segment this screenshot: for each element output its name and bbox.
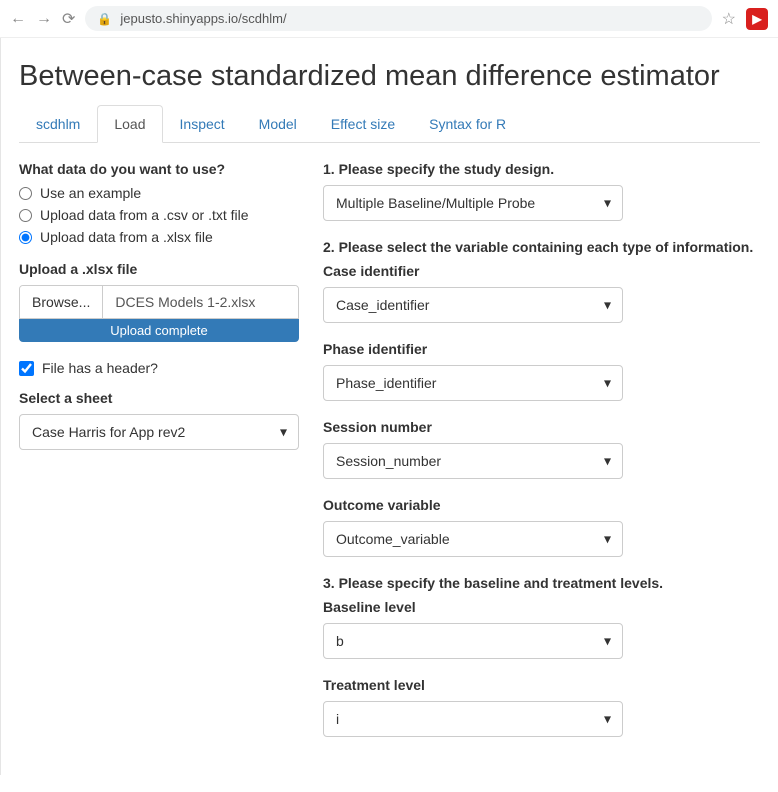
case-id-value: Case_identifier: [336, 297, 429, 313]
baseline-label: Baseline level: [323, 599, 760, 615]
upload-progress: Upload complete: [19, 319, 299, 342]
tab-model[interactable]: Model: [242, 105, 314, 142]
treatment-select[interactable]: i: [323, 701, 623, 737]
browser-toolbar: ← → ⟳ 🔒 jepusto.shinyapps.io/scdhlm/ ☆ ▶: [0, 0, 778, 38]
page-content: Between-case standardized mean differenc…: [0, 38, 778, 775]
tab-scdhlm[interactable]: scdhlm: [19, 105, 97, 142]
sheet-select[interactable]: Case Harris for App rev2: [19, 414, 299, 450]
file-name-display: DCES Models 1-2.xlsx: [103, 286, 298, 318]
url-bar[interactable]: 🔒 jepusto.shinyapps.io/scdhlm/: [85, 6, 711, 31]
header-checkbox-row[interactable]: File has a header?: [19, 360, 299, 376]
browse-button[interactable]: Browse...: [20, 286, 103, 318]
outcome-select[interactable]: Outcome_variable: [323, 521, 623, 557]
header-checkbox-label: File has a header?: [42, 360, 158, 376]
bookmark-star-icon[interactable]: ☆: [722, 9, 736, 29]
forward-icon[interactable]: →: [36, 10, 52, 28]
session-select[interactable]: Session_number: [323, 443, 623, 479]
q1-label: 1. Please specify the study design.: [323, 161, 760, 177]
right-column: 1. Please specify the study design. Mult…: [323, 161, 760, 755]
phase-id-label: Phase identifier: [323, 341, 760, 357]
page-title: Between-case standardized mean differenc…: [19, 60, 760, 93]
upload-xlsx-label: Upload a .xlsx file: [19, 261, 299, 277]
tab-syntax[interactable]: Syntax for R: [412, 105, 523, 142]
radio-upload-csv-input[interactable]: [19, 209, 32, 222]
phase-id-select[interactable]: Phase_identifier: [323, 365, 623, 401]
file-input: Browse... DCES Models 1-2.xlsx: [19, 285, 299, 319]
session-value: Session_number: [336, 453, 441, 469]
url-text: jepusto.shinyapps.io/scdhlm/: [120, 11, 286, 26]
tab-bar: scdhlm Load Inspect Model Effect size Sy…: [19, 105, 760, 143]
outcome-label: Outcome variable: [323, 497, 760, 513]
radio-upload-xlsx-input[interactable]: [19, 231, 32, 244]
tab-inspect[interactable]: Inspect: [163, 105, 242, 142]
radio-use-example-input[interactable]: [19, 187, 32, 200]
pdf-extension-icon[interactable]: ▶: [746, 8, 768, 30]
case-id-select[interactable]: Case_identifier: [323, 287, 623, 323]
sheet-select-value: Case Harris for App rev2: [32, 424, 185, 440]
study-design-value: Multiple Baseline/Multiple Probe: [336, 195, 535, 211]
tab-load[interactable]: Load: [97, 105, 162, 143]
session-label: Session number: [323, 419, 760, 435]
tab-effect-size[interactable]: Effect size: [314, 105, 412, 142]
phase-id-value: Phase_identifier: [336, 375, 436, 391]
header-checkbox[interactable]: [19, 361, 34, 376]
radio-upload-xlsx[interactable]: Upload data from a .xlsx file: [19, 229, 299, 245]
radio-use-example[interactable]: Use an example: [19, 185, 299, 201]
baseline-select[interactable]: b: [323, 623, 623, 659]
radio-upload-csv-label: Upload data from a .csv or .txt file: [40, 207, 249, 223]
treatment-value: i: [336, 711, 339, 727]
radio-use-example-label: Use an example: [40, 185, 141, 201]
radio-upload-csv[interactable]: Upload data from a .csv or .txt file: [19, 207, 299, 223]
left-column: What data do you want to use? Use an exa…: [19, 161, 299, 755]
q2-label: 2. Please select the variable containing…: [323, 239, 760, 255]
q3-label: 3. Please specify the baseline and treat…: [323, 575, 760, 591]
lock-icon: 🔒: [97, 12, 112, 26]
case-id-label: Case identifier: [323, 263, 760, 279]
select-sheet-label: Select a sheet: [19, 390, 299, 406]
reload-icon[interactable]: ⟳: [62, 9, 75, 29]
radio-upload-xlsx-label: Upload data from a .xlsx file: [40, 229, 213, 245]
study-design-select[interactable]: Multiple Baseline/Multiple Probe: [323, 185, 623, 221]
baseline-value: b: [336, 633, 344, 649]
what-data-label: What data do you want to use?: [19, 161, 299, 177]
outcome-value: Outcome_variable: [336, 531, 450, 547]
treatment-label: Treatment level: [323, 677, 760, 693]
back-icon[interactable]: ←: [10, 10, 26, 28]
